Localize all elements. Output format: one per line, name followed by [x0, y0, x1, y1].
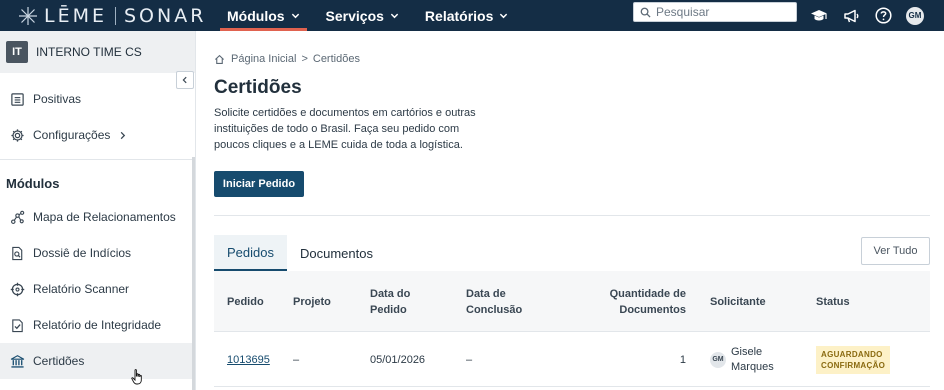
tabs: Pedidos Documentos: [214, 235, 386, 271]
column-header-projeto: Projeto: [293, 295, 331, 308]
top-navigation-bar: LĒME SONAR Módulos Serviços Relatórios P…: [0, 0, 944, 31]
column-header-data-conclusao: Data de Conclusão: [466, 271, 522, 332]
org-badge: IT: [6, 41, 28, 63]
sidebar-item-positivas[interactable]: Positivas: [0, 81, 195, 117]
status-badge-line: CONFIRMAÇÃO: [821, 360, 886, 370]
sidebar-item-label: Relatório Scanner: [33, 282, 130, 296]
chevron-right-icon: [121, 131, 126, 139]
sidebar-item-label: Relatório de Integridade: [33, 318, 162, 332]
nav-servicos[interactable]: Serviços: [313, 0, 412, 31]
requester-first-name: Gisele: [731, 345, 763, 358]
sidebar-item-label: Certidões: [33, 354, 85, 368]
list-icon: [11, 92, 24, 106]
requester-name: Gisele Marques: [731, 345, 774, 375]
chevron-down-icon: [291, 13, 299, 19]
tab-pedidos[interactable]: Pedidos: [214, 235, 287, 271]
table-row: 1013695 – 05/01/2026 – 1 GM Gisele Marqu…: [214, 332, 930, 387]
breadcrumb: Página Inicial > Certidões: [214, 53, 360, 65]
nav-modulos[interactable]: Módulos: [214, 0, 313, 31]
requester-last-name: Marques: [731, 360, 774, 373]
requester-avatar: GM: [710, 351, 726, 368]
brand-separator: [115, 6, 116, 25]
sidebar-item-mapa-relacionamentos[interactable]: Mapa de Relacionamentos: [0, 199, 195, 235]
page-description: Solicite certidões e documentos em cartó…: [214, 107, 476, 151]
sidebar-item-label: Positivas: [33, 92, 82, 106]
network-icon: [11, 210, 25, 224]
table-header: Pedido Projeto Data do Pedido Data de Co…: [214, 271, 930, 332]
breadcrumb-current: Certidões: [312, 53, 360, 65]
column-header-line: Conclusão: [466, 303, 523, 316]
cell-quantidade: 1: [679, 353, 686, 366]
help-icon[interactable]: [874, 7, 892, 25]
column-header-quantidade: Quantidade de Documentos: [594, 271, 686, 332]
column-header-status: Status: [816, 295, 850, 308]
column-header-data-pedido: Data do Pedido: [370, 271, 410, 332]
cell-data-pedido: 05/01/2026: [370, 353, 426, 366]
pointer-hand-cursor-icon: [131, 369, 142, 385]
document-search-icon: [12, 246, 23, 260]
cell-solicitante: GM Gisele Marques: [710, 332, 774, 387]
sidebar-item-label: Dossiê de Indícios: [33, 246, 132, 260]
sidebar-item-label: Configurações: [33, 128, 111, 142]
nav-servicos-label: Serviços: [325, 7, 384, 24]
org-name: INTERNO TIME CS: [36, 45, 142, 59]
graduation-cap-icon[interactable]: [810, 7, 828, 25]
brand-name-right: SONAR: [124, 4, 207, 27]
order-link[interactable]: 1013695: [227, 354, 270, 366]
brand-name-left: LĒME: [44, 4, 107, 27]
status-badge-line: AGUARDANDO: [821, 349, 883, 359]
cell-status: AGUARDANDO CONFIRMAÇÃO: [816, 332, 891, 387]
organization-header[interactable]: IT INTERNO TIME CS: [0, 31, 195, 73]
search-box[interactable]: [633, 2, 797, 22]
nav-relatorios-label: Relatórios: [424, 7, 494, 24]
sidebar-item-certidoes[interactable]: Certidões: [0, 343, 195, 379]
section-divider: [214, 215, 930, 216]
sidebar-scrollbar[interactable]: [192, 157, 195, 390]
status-badge: AGUARDANDO CONFIRMAÇÃO: [816, 345, 891, 374]
search-icon: [640, 7, 651, 18]
sidebar-collapse-button[interactable]: [176, 71, 194, 89]
view-all-button[interactable]: Ver Tudo: [861, 237, 930, 265]
crosshair-icon: [10, 282, 25, 296]
sidebar-item-dossie-indicios[interactable]: Dossiê de Indícios: [0, 235, 195, 271]
orders-table: Pedido Projeto Data do Pedido Data de Co…: [214, 271, 930, 387]
chevron-down-icon: [500, 13, 508, 19]
leme-star-icon: [19, 6, 37, 25]
chevron-left-icon: [182, 76, 187, 84]
column-header-line: Pedido: [370, 303, 407, 316]
sidebar-item-label: Mapa de Relacionamentos: [33, 210, 176, 224]
user-avatar[interactable]: GM: [906, 6, 924, 25]
column-header-solicitante: Solicitante: [710, 295, 766, 308]
sidebar-section-title: Módulos: [6, 176, 60, 191]
breadcrumb-home[interactable]: Página Inicial: [231, 53, 296, 65]
home-icon[interactable]: [214, 54, 225, 65]
column-header-pedido: Pedido: [227, 295, 264, 308]
nav-modulos-label: Módulos: [227, 7, 285, 24]
sidebar-item-relatorio-integridade[interactable]: Relatório de Integridade: [0, 307, 195, 343]
search-input[interactable]: [656, 5, 786, 19]
column-header-line: Quantidade de: [609, 287, 686, 300]
checklist-icon: [12, 318, 23, 332]
tab-documentos[interactable]: Documentos: [287, 235, 386, 271]
nav-relatorios[interactable]: Relatórios: [412, 0, 521, 31]
cell-pedido: 1013695: [227, 332, 270, 387]
column-header-line: Documentos: [619, 303, 686, 316]
start-order-button[interactable]: Iniciar Pedido: [214, 171, 304, 197]
top-actions: GM: [810, 0, 924, 31]
megaphone-icon[interactable]: [842, 7, 860, 25]
sidebar-item-configuracoes[interactable]: Configurações: [0, 117, 195, 153]
column-header-line: Data de: [466, 287, 506, 300]
main-nav: Módulos Serviços Relatórios: [214, 0, 521, 31]
page-title: Certidões: [214, 77, 302, 98]
cell-data-conclusao: –: [466, 353, 473, 366]
cell-projeto: –: [293, 353, 300, 366]
sidebar-item-relatorio-scanner[interactable]: Relatório Scanner: [0, 271, 195, 307]
column-header-line: Data do: [370, 287, 411, 300]
gear-icon: [11, 128, 24, 142]
brand-logo[interactable]: LĒME SONAR: [18, 0, 206, 31]
bank-icon: [10, 354, 25, 368]
breadcrumb-separator: >: [301, 53, 308, 65]
sidebar: IT INTERNO TIME CS Positivas Configuraçõ…: [0, 31, 196, 390]
chevron-down-icon: [390, 13, 399, 19]
